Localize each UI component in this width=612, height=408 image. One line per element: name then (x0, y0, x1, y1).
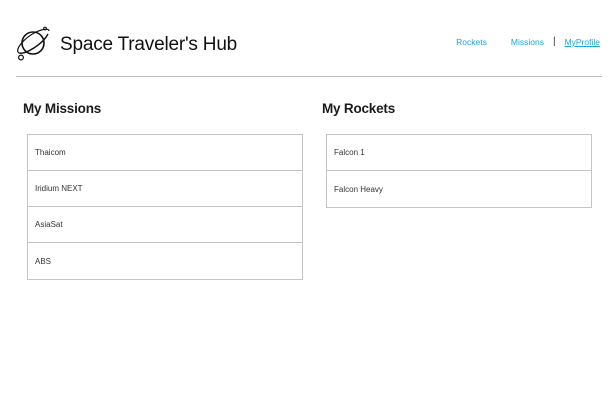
rockets-list: Falcon 1 Falcon Heavy (326, 134, 592, 208)
rocket-list-item: Falcon 1 (327, 135, 591, 171)
missions-list: Thaicom Iridium NEXT AsiaSat ABS (27, 134, 303, 280)
header: Space Traveler's Hub Rockets Missions | … (16, 0, 602, 77)
mission-list-item: ABS (35, 256, 52, 266)
app-title: Space Traveler's Hub (60, 33, 238, 55)
nav-separator: | (552, 36, 556, 47)
rockets-section-title: My Rockets (322, 101, 396, 116)
mission-list-item: Thaicom (28, 135, 302, 171)
nav-link-rockets[interactable]: Rockets (456, 38, 487, 47)
planet-icon (17, 26, 50, 61)
nav-link-missions[interactable]: Missions (511, 38, 544, 47)
main-nav: Rockets Missions | MyProfile (456, 37, 600, 47)
page: Space Traveler's Hub Rockets Missions | … (0, 0, 612, 408)
mission-list-item: AsiaSat (28, 207, 302, 243)
missions-section-title: My Missions (23, 101, 102, 116)
brand: Space Traveler's Hub (16, 24, 237, 64)
rocket-list-item: Falcon Heavy (334, 184, 383, 194)
mission-list-item: Iridium NEXT (28, 171, 302, 207)
nav-link-my-profile[interactable]: MyProfile (565, 38, 600, 47)
